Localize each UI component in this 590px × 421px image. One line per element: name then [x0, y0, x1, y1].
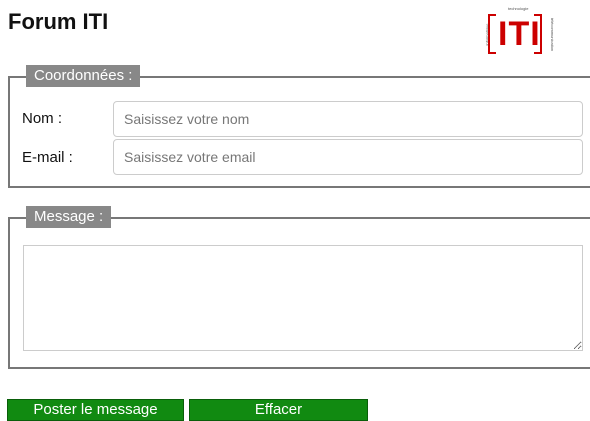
- coordinates-fieldset: Coordonnées : Nom : E-mail :: [8, 65, 590, 188]
- name-input[interactable]: [113, 101, 583, 137]
- message-legend: Message :: [26, 206, 112, 228]
- logo-bracket-right: [534, 14, 542, 54]
- logo-top-text: technologie: [508, 6, 529, 11]
- iti-logo: technologie informatique télécommunicati…: [482, 6, 556, 62]
- message-fieldset: Message :: [8, 206, 590, 369]
- coordinates-legend: Coordonnées :: [26, 65, 141, 87]
- email-input[interactable]: [113, 139, 583, 175]
- logo-right-text: télécommunication: [550, 17, 556, 52]
- clear-button[interactable]: Effacer: [189, 399, 368, 421]
- message-textarea[interactable]: [23, 245, 583, 351]
- logo-mark: ITI: [498, 15, 541, 53]
- logo-bracket-left: [488, 14, 496, 54]
- name-label: Nom :: [22, 110, 63, 127]
- email-label: E-mail :: [22, 149, 73, 166]
- page-title: Forum ITI: [8, 9, 109, 34]
- post-message-button[interactable]: Poster le message: [7, 399, 184, 421]
